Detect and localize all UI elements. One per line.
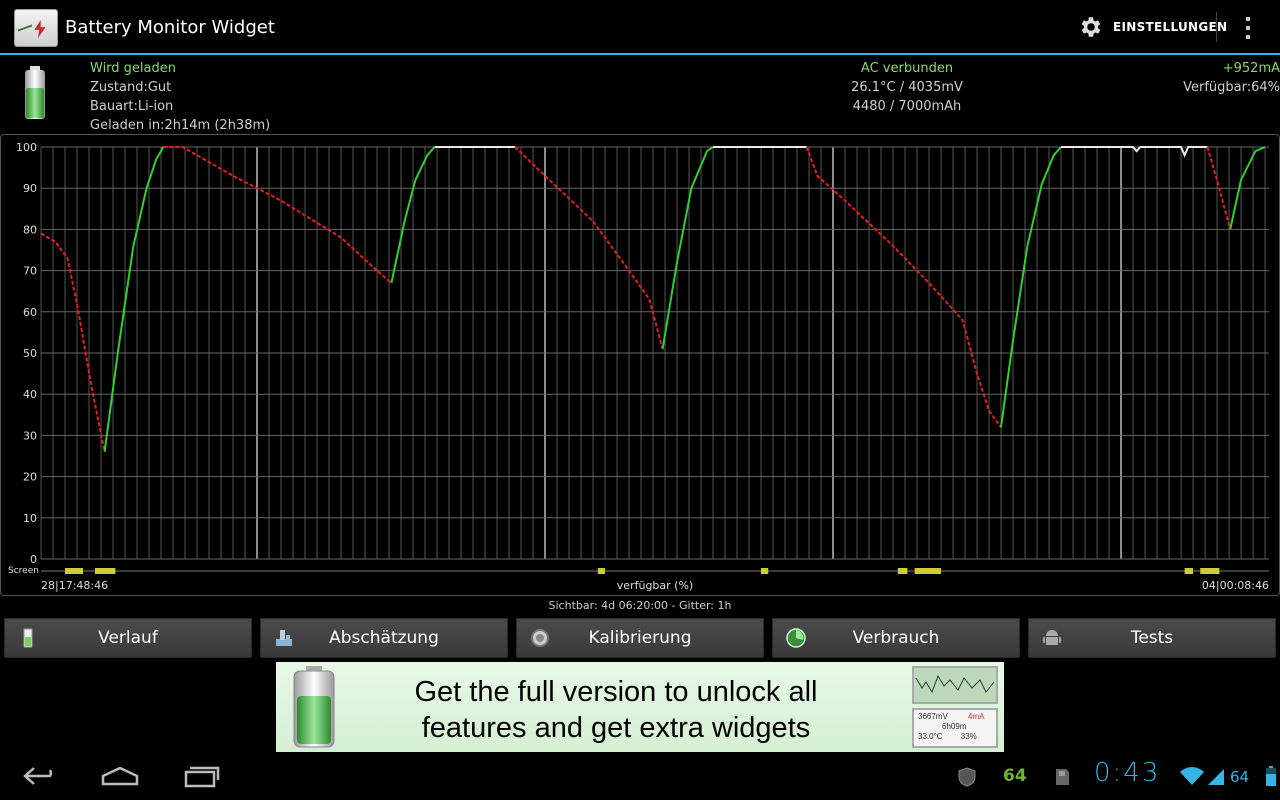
y-tick-label: 60 [23,306,37,319]
ad-thumb-temp: 33.0°C [918,732,943,741]
usage-icon [786,628,806,648]
usage-button[interactable]: Verbrauch [772,618,1020,658]
settings-label: EINSTELLUNGEN [1113,20,1228,34]
battery-graph-svg: 0 10 20 30 40 50 60 70 80 90 100 [16,141,1269,574]
calibration-label: Kalibrierung [588,628,692,648]
graph-axis-label: verfügbar (%) [616,579,694,592]
graph-end-time: 04|00:08:46 [1201,579,1269,592]
series-full-line [1061,146,1208,158]
app-title: Battery Monitor Widget [65,17,275,38]
graph-start-time: 28|17:48:46 [41,579,109,592]
screen-on-mark [761,568,769,574]
series-discharge-line [40,232,106,453]
settings-button[interactable]: EINSTELLUNGEN [1078,10,1227,44]
ad-widget-thumbnail: 3667mV 4mA 6h09m 33.0°C 33% [912,708,998,748]
overflow-dot-icon [1246,35,1250,40]
shield-icon [958,767,976,787]
power-source: AC verbunden [860,61,954,76]
y-tick-label: 50 [23,347,37,360]
screen-on-mark [914,568,942,574]
home-icon[interactable] [100,764,140,788]
series-charge-line [1000,146,1062,428]
battery-icon [293,666,335,748]
ad-line-2: features and get extra widgets [421,712,811,744]
overflow-dot-icon [1246,16,1250,21]
screen-on-mark [95,568,116,574]
charged-in: Geladen in:2h14m (2h38m) [90,118,271,133]
screen-on-mark [597,568,606,574]
battery-info-left: Wird geladen Zustand:Gut Bauart:Li-ion G… [90,59,270,135]
action-bar-divider [1216,12,1217,42]
y-tick-label: 30 [23,429,37,442]
signal-icon [1208,769,1224,785]
y-tick-label: 0 [30,553,37,566]
y-tick-label: 90 [23,182,37,195]
battery-status-number: 64 [1003,766,1027,786]
ad-thumb-voltage: 3667mV [918,712,948,721]
ad-thumb-time: 6h09m [942,722,967,731]
ad-thumb-current: 4mA [968,712,985,721]
app-logo-icon[interactable] [14,9,58,47]
action-bar: Battery Monitor Widget EINSTELLUNGEN [0,0,1280,55]
history-icon [23,628,33,648]
screen-on-mark [1184,568,1194,574]
ad-graph-thumbnail-svg [914,668,996,702]
estimate-icon [276,630,292,646]
capacity: 4480 / 7000mAh [852,99,962,114]
y-tick-label: 70 [23,265,37,278]
battery-type: Bauart:Li-ion [90,99,174,114]
graph-visible-range: Sichtbar: 4d 06:20:00 - Gitter: 1h [548,599,732,612]
temp-voltage: 26.1°C / 4035mV [851,80,963,95]
ad-text: Get the full version to unlock all featu… [356,674,876,746]
overflow-menu-button[interactable] [1236,14,1260,42]
android-icon [1043,630,1061,645]
y-tick-label: 20 [23,471,37,484]
estimate-button[interactable]: Abschätzung [260,618,508,658]
screen-on-mark [897,568,908,574]
series-discharge-line [805,146,1002,428]
battery-info-center: AC verbunden 26.1°C / 4035mV 4480 / 7000… [800,59,1014,116]
screen-on-mark [1200,568,1220,574]
battery-info-right: +952mA Verfügbar:64% [1100,59,1280,97]
ad-banner[interactable]: Get the full version to unlock all featu… [276,662,1004,752]
series-discharge-line [163,146,393,284]
tests-button[interactable]: Tests [1028,618,1276,658]
charge-status: Wird geladen [90,61,176,76]
back-icon[interactable] [20,764,60,788]
wifi-icon [1180,767,1204,785]
screen-on-mark [65,568,84,574]
available-percent: Verfügbar:64% [1183,80,1280,95]
status-clock: 0:43 [1094,758,1161,788]
history-button[interactable]: Verlauf [4,618,252,658]
overflow-dot-icon [1246,25,1250,30]
y-tick-label: 10 [23,512,37,525]
ad-line-1: Get the full version to unlock all [414,676,818,708]
estimate-label: Abschätzung [329,628,439,648]
battery-condition: Zustand:Gut [90,80,172,95]
series-discharge-line [514,146,664,350]
ad-graph-thumbnail [912,666,998,704]
battery-charging-icon [25,66,45,119]
calibration-icon [531,629,549,647]
series-charge-line [661,146,714,350]
y-tick-label: 40 [23,388,37,401]
y-tick-label: 80 [23,223,37,236]
current-draw: +952mA [1222,61,1280,76]
recent-apps-icon[interactable] [182,764,222,788]
status-battery-level: 64 [1230,768,1250,786]
calibration-button[interactable]: Kalibrierung [516,618,764,658]
y-tick-label: 100 [16,141,37,154]
tests-label: Tests [1130,628,1174,648]
sd-card-icon [1056,769,1069,785]
battery-graph[interactable]: 0 10 20 30 40 50 60 70 80 90 100 Screen 28|17:48:4… [0,134,1280,596]
history-label: Verlauf [98,628,158,648]
ad-thumb-percent: 33% [960,732,977,741]
screen-label: Screen [8,566,39,576]
status-battery-icon [1266,766,1276,786]
gear-icon [1081,17,1101,37]
usage-label: Verbrauch [852,628,940,648]
